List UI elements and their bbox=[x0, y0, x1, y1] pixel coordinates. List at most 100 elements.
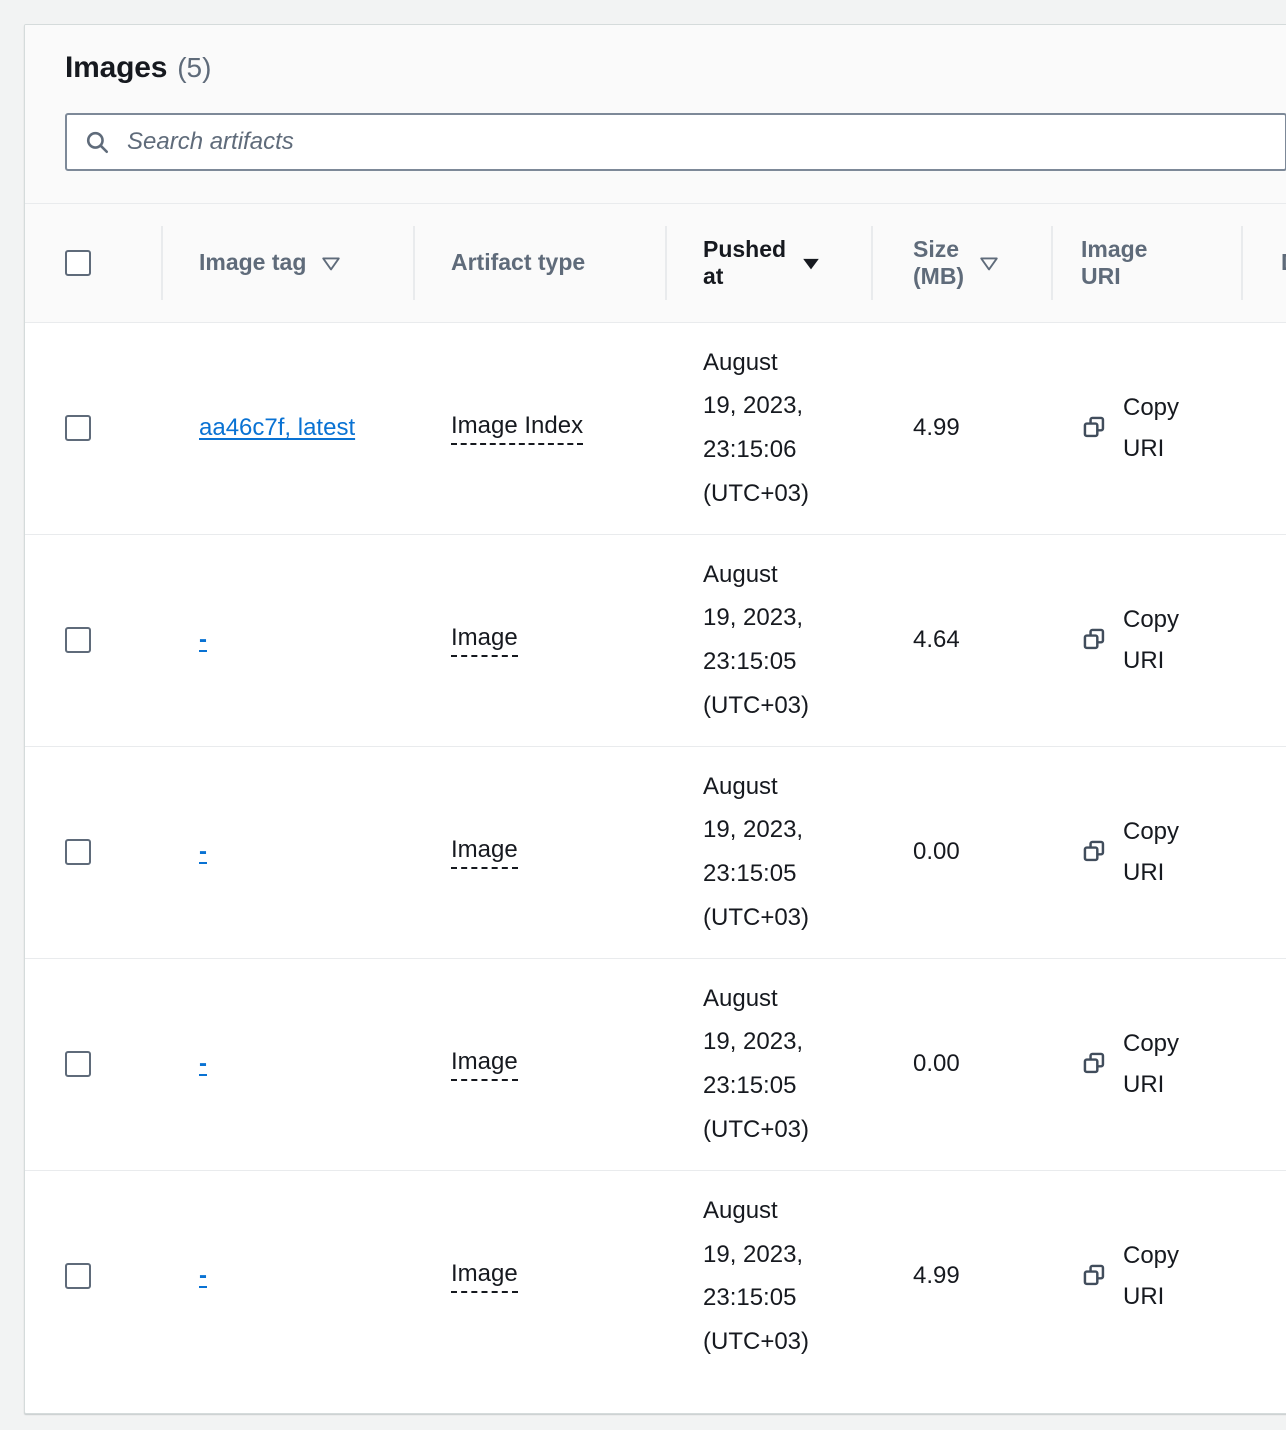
column-header-image-uri[interactable]: Image URI bbox=[1051, 204, 1241, 323]
column-select-all bbox=[25, 204, 161, 323]
column-label-image-uri: Image URI bbox=[1081, 236, 1147, 290]
pushed-at-line: 23:15:06 bbox=[703, 436, 797, 463]
pushed-at-line: 19, 2023, bbox=[703, 816, 804, 844]
copy-uri-label-line1: Copy bbox=[1123, 605, 1180, 633]
page-title: Images bbox=[65, 51, 168, 84]
copy-uri-label: Copy URI bbox=[1123, 1235, 1179, 1318]
item-count: (5) bbox=[177, 52, 212, 83]
pushed-at-line: 19, 2023, bbox=[703, 604, 804, 632]
artifact-type-value: Image bbox=[451, 624, 518, 657]
copy-icon bbox=[1081, 626, 1109, 654]
card-header: Images (5) bbox=[25, 25, 1286, 204]
pushed-at-line: August bbox=[703, 1196, 778, 1224]
copy-uri-label-line2: URI bbox=[1123, 1071, 1165, 1098]
sort-descending-outline-icon[interactable] bbox=[978, 252, 1000, 274]
pushed-at-line: 19, 2023, bbox=[703, 1240, 804, 1268]
row-select-checkbox[interactable] bbox=[65, 839, 91, 865]
table-row[interactable]: - Image August 19, 2023, 23:15:05 (UTC+03) 4.6… bbox=[25, 534, 1286, 747]
copy-uri-label-line2: URI bbox=[1123, 1283, 1165, 1311]
column-label-image-tag: Image tag bbox=[199, 249, 307, 276]
table-row[interactable]: - Image August 19, 2023, 23:15:05 (UTC+03) 0.0… bbox=[25, 958, 1286, 1171]
copy-uri-label-line2: URI bbox=[1123, 859, 1165, 886]
size-mb-value: 4.99 bbox=[913, 1262, 960, 1290]
pushed-at-value: August 19, 2023, 23:15:05 (UTC+03) bbox=[665, 977, 871, 1152]
row-select-checkbox[interactable] bbox=[65, 1263, 91, 1290]
artifact-type-value: Image bbox=[451, 836, 518, 869]
column-label-next-partial: D bbox=[1281, 249, 1286, 276]
column-header-image-tag[interactable]: Image tag bbox=[161, 204, 413, 323]
image-tag-link[interactable]: - bbox=[199, 626, 207, 653]
images-panel-page: Images (5) Search artifacts Image tag Ar… bbox=[0, 0, 1286, 1430]
column-label-size: Size (MB) bbox=[913, 236, 964, 290]
select-all-checkbox[interactable] bbox=[65, 249, 91, 276]
pushed-at-line: (UTC+03) bbox=[703, 691, 810, 719]
column-header-next-truncated[interactable]: D bbox=[1241, 204, 1286, 323]
pushed-at-line: 23:15:05 bbox=[703, 1284, 797, 1312]
column-label-artifact-type: Artifact type bbox=[451, 249, 586, 276]
copy-uri-label-line1: Copy bbox=[1123, 1029, 1180, 1057]
column-header-pushed-at[interactable]: Pushed at bbox=[665, 204, 871, 323]
pushed-at-value: August 19, 2023, 23:15:05 (UTC+03) bbox=[665, 553, 871, 728]
table-header: Image tag Artifact type Pushed at Size (… bbox=[25, 204, 1286, 323]
copy-uri-label-line1: Copy bbox=[1123, 817, 1180, 845]
images-card: Images (5) Search artifacts Image tag Ar… bbox=[24, 24, 1286, 1414]
image-tag-link[interactable]: aa46c7f, latest bbox=[199, 414, 355, 441]
pushed-at-line: (UTC+03) bbox=[703, 1327, 810, 1355]
copy-uri-label: Copy URI bbox=[1123, 599, 1179, 682]
column-label-pushed-at-line1: Pushed bbox=[703, 235, 787, 262]
copy-uri-button[interactable]: Copy URI bbox=[1081, 811, 1231, 894]
image-tag-link[interactable]: - bbox=[199, 1262, 207, 1289]
image-tag-link[interactable]: - bbox=[199, 838, 207, 865]
copy-uri-label: Copy URI bbox=[1123, 811, 1179, 894]
search-input[interactable] bbox=[125, 115, 1269, 169]
artifact-type-value: Image bbox=[451, 1260, 518, 1293]
pushed-at-line: 23:15:05 bbox=[703, 860, 797, 887]
column-label-pushed-at-line2: at bbox=[703, 262, 724, 289]
pushed-at-line: 23:15:05 bbox=[703, 648, 797, 675]
image-tag-link[interactable]: - bbox=[199, 1050, 207, 1077]
pushed-at-line: (UTC+03) bbox=[703, 1115, 810, 1143]
table-row[interactable]: - Image August 19, 2023, 23:15:05 (UTC+03) 4.9… bbox=[25, 1170, 1286, 1382]
pushed-at-line: August bbox=[703, 560, 778, 588]
pushed-at-line: August bbox=[703, 984, 778, 1012]
column-label-pushed-at: Pushed at bbox=[703, 236, 786, 290]
row-select-checkbox[interactable] bbox=[65, 1051, 91, 1077]
column-header-artifact-type[interactable]: Artifact type bbox=[413, 204, 665, 323]
pushed-at-line: August bbox=[703, 348, 778, 376]
row-select-checkbox[interactable] bbox=[65, 415, 91, 441]
pushed-at-value: August 19, 2023, 23:15:05 (UTC+03) bbox=[665, 765, 871, 940]
sort-descending-outline-icon[interactable] bbox=[320, 252, 342, 274]
images-table: Image tag Artifact type Pushed at Size (… bbox=[25, 204, 1286, 1382]
copy-uri-label-line1: Copy bbox=[1123, 1241, 1180, 1269]
panel-title-row: Images (5) bbox=[65, 53, 1269, 83]
search-icon bbox=[83, 128, 111, 156]
sort-descending-filled-icon[interactable] bbox=[800, 252, 822, 274]
copy-uri-button[interactable]: Copy URI bbox=[1081, 1235, 1231, 1318]
table-row[interactable]: aa46c7f, latest Image Index August 19, 2023… bbox=[25, 322, 1286, 535]
copy-uri-label-line2: URI bbox=[1123, 435, 1165, 462]
artifact-type-value: Image bbox=[451, 1048, 518, 1081]
copy-uri-label: Copy URI bbox=[1123, 1023, 1179, 1106]
copy-uri-button[interactable]: Copy URI bbox=[1081, 1023, 1231, 1106]
copy-uri-label: Copy URI bbox=[1123, 387, 1179, 470]
column-label-size-line2: (MB) bbox=[913, 262, 965, 289]
row-select-checkbox[interactable] bbox=[65, 627, 91, 653]
column-label-image-uri-line1: Image bbox=[1081, 235, 1148, 262]
copy-uri-button[interactable]: Copy URI bbox=[1081, 599, 1231, 682]
copy-icon bbox=[1081, 838, 1109, 866]
pushed-at-line: 23:15:05 bbox=[703, 1072, 797, 1099]
copy-uri-label-line1: Copy bbox=[1123, 393, 1180, 421]
column-label-size-line1: Size bbox=[913, 235, 960, 262]
pushed-at-line: (UTC+03) bbox=[703, 479, 810, 507]
size-mb-value: 0.00 bbox=[913, 838, 960, 865]
search-artifacts-box[interactable] bbox=[65, 113, 1286, 171]
copy-uri-button[interactable]: Copy URI bbox=[1081, 387, 1231, 470]
column-header-size[interactable]: Size (MB) bbox=[871, 204, 1051, 323]
pushed-at-line: 19, 2023, bbox=[703, 1028, 804, 1056]
table-body: aa46c7f, latest Image Index August 19, 2023… bbox=[25, 322, 1286, 1382]
copy-icon bbox=[1081, 1262, 1109, 1290]
copy-icon bbox=[1081, 414, 1109, 442]
table-row[interactable]: - Image August 19, 2023, 23:15:05 (UTC+03) 0.0… bbox=[25, 746, 1286, 959]
pushed-at-line: (UTC+03) bbox=[703, 903, 810, 931]
copy-icon bbox=[1081, 1050, 1109, 1078]
